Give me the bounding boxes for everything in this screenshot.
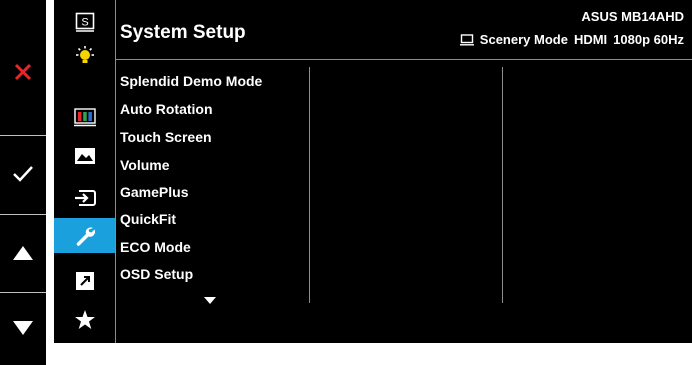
button-divider [0, 292, 46, 293]
model-name: ASUS MB14AHD [581, 9, 684, 24]
scroll-down-icon[interactable] [204, 297, 216, 304]
image-icon [74, 147, 95, 164]
panel-divider [115, 0, 116, 343]
page-title: System Setup [120, 22, 246, 43]
sidebar-item-blue-light-filter[interactable] [54, 41, 115, 72]
menu-item-osd-setup[interactable]: OSD Setup [120, 266, 193, 282]
sidebar-item-input-select[interactable] [54, 182, 115, 213]
menu-item-touch-screen[interactable]: Touch Screen [120, 129, 212, 145]
status-bar: Scenery Mode HDMI 1080p 60Hz [459, 32, 684, 47]
menu-item-splendid-demo-mode[interactable]: Splendid Demo Mode [120, 73, 262, 89]
input-select-icon [74, 189, 96, 206]
menu-item-volume[interactable]: Volume [120, 157, 170, 173]
sidebar-item-my-favorite[interactable] [54, 304, 115, 335]
sidebar-item-system-setup[interactable] [54, 218, 115, 253]
close-icon [14, 63, 32, 81]
svg-text:S: S [81, 16, 88, 28]
splendid-icon: S [75, 12, 94, 32]
bulb-icon [75, 45, 94, 63]
header-divider [116, 59, 692, 60]
wrench-icon [76, 226, 95, 246]
monitor-icon [459, 33, 474, 46]
menu-item-eco-mode[interactable]: ECO Mode [120, 239, 191, 255]
button-divider [0, 135, 46, 136]
color-bars-icon [73, 107, 96, 126]
menu-item-auto-rotation[interactable]: Auto Rotation [120, 101, 213, 117]
sidebar-item-shortcut[interactable] [54, 265, 115, 296]
checkmark-icon [13, 166, 33, 182]
down-button[interactable] [0, 297, 46, 359]
close-button[interactable] [0, 41, 46, 103]
button-divider [0, 214, 46, 215]
resolution-label: 1080p 60Hz [613, 32, 684, 47]
star-icon [74, 309, 95, 329]
column-divider [502, 67, 503, 303]
sidebar-item-color[interactable] [54, 101, 115, 132]
input-label: HDMI [573, 32, 608, 47]
sidebar-item-image[interactable] [54, 140, 115, 171]
triangle-down-icon [13, 321, 33, 335]
menu-item-quickfit[interactable]: QuickFit [120, 211, 176, 227]
confirm-button[interactable] [0, 143, 46, 205]
up-button[interactable] [0, 222, 46, 284]
column-divider [309, 67, 310, 303]
menu-item-gameplus[interactable]: GamePlus [120, 184, 188, 200]
triangle-up-icon [13, 246, 33, 260]
shortcut-icon [75, 271, 94, 290]
sidebar-item-splendid[interactable]: S [54, 6, 115, 37]
mode-label: Scenery Mode [479, 32, 568, 47]
